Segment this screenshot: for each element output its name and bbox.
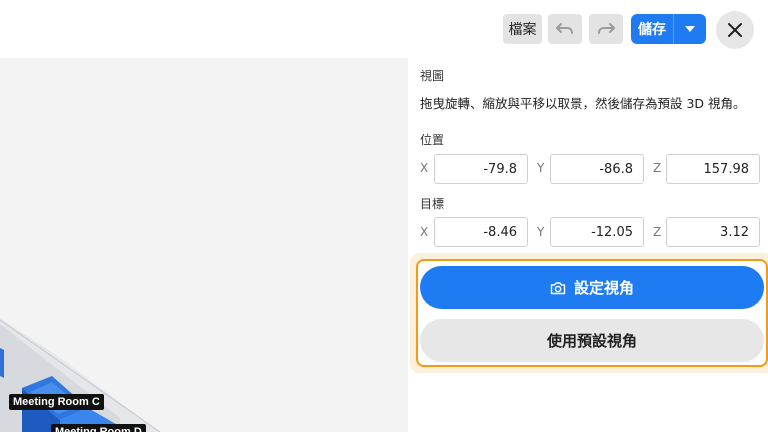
undo-icon	[556, 23, 573, 34]
top-toolbar: 檔案 儲存	[0, 0, 768, 58]
target-x-label: X	[420, 225, 429, 239]
redo-icon	[598, 23, 615, 34]
undo-button[interactable]	[548, 14, 582, 44]
file-button-label: 檔案	[508, 22, 537, 38]
save-button-group: 儲存	[631, 14, 706, 44]
camera-icon	[550, 281, 566, 294]
save-button-label: 儲存	[638, 22, 666, 38]
position-x-input[interactable]	[434, 154, 528, 184]
close-icon	[728, 23, 742, 37]
redo-button[interactable]	[589, 14, 623, 44]
file-button[interactable]: 檔案	[503, 14, 542, 44]
close-button[interactable]	[716, 11, 754, 49]
caret-down-icon	[685, 26, 695, 32]
target-z-label: Z	[653, 225, 662, 239]
target-y-label: Y	[537, 225, 545, 239]
view-section-title: 視圖	[420, 69, 445, 83]
room-label: Meeting Room D	[51, 424, 146, 432]
save-dropdown-button[interactable]	[674, 14, 706, 44]
position-y-label: Y	[537, 161, 545, 175]
target-section-title: 目標	[420, 197, 445, 211]
save-button[interactable]: 儲存	[631, 14, 673, 44]
target-y-input[interactable]	[550, 217, 644, 247]
3d-viewport[interactable]: Meeting Room C Meeting Room D	[0, 58, 408, 432]
position-x-label: X	[420, 161, 429, 175]
position-y-input[interactable]	[550, 154, 644, 184]
position-z-input[interactable]	[666, 154, 760, 184]
position-z-label: Z	[653, 161, 662, 175]
position-section-title: 位置	[420, 133, 445, 147]
view-settings-panel: 視圖 拖曳旋轉、縮放與平移以取景，然後儲存為預設 3D 視角。 位置 X Y Z…	[408, 58, 768, 432]
set-view-button[interactable]: 設定視角	[420, 266, 764, 309]
use-default-view-button-label: 使用預設視角	[546, 332, 637, 350]
room-label: Meeting Room C	[9, 394, 104, 410]
floor-plan-model	[0, 318, 161, 432]
view-description: 拖曳旋轉、縮放與平移以取景，然後儲存為預設 3D 視角。	[420, 96, 746, 111]
use-default-view-button[interactable]: 使用預設視角	[420, 319, 764, 362]
target-x-input[interactable]	[434, 217, 528, 247]
set-view-button-label: 設定視角	[573, 279, 634, 297]
target-z-input[interactable]	[666, 217, 760, 247]
